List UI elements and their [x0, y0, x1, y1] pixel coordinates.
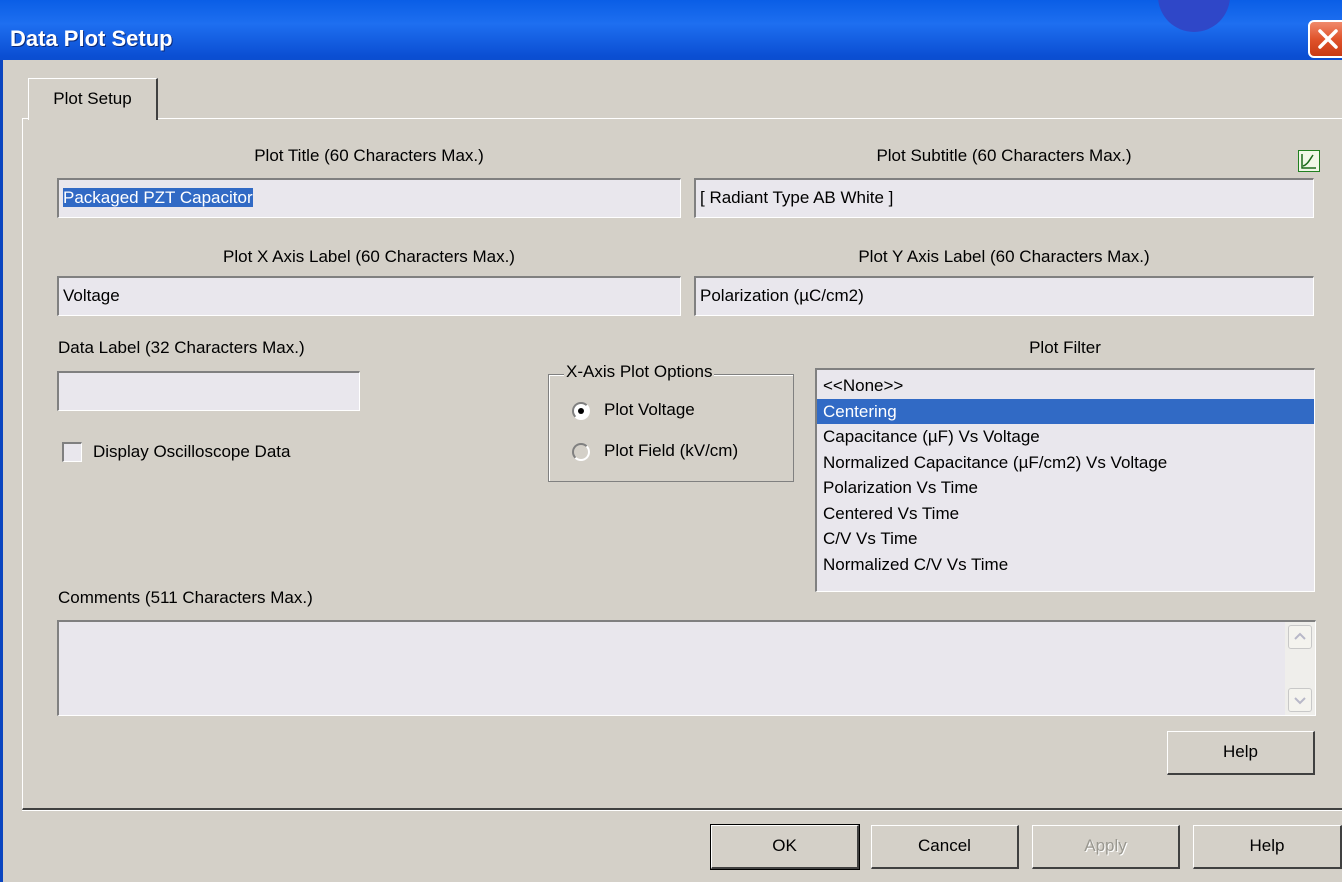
x-axis-label-label: Plot X Axis Label (60 Characters Max.) [223, 247, 515, 266]
plot-filter-label: Plot Filter [1029, 338, 1101, 357]
radio-dot [578, 408, 584, 414]
plot-subtitle-value: [ Radiant Type AB White ] [700, 188, 894, 207]
list-item[interactable]: <<None>> [817, 373, 1314, 399]
decorative-circle [1158, 0, 1230, 32]
scroll-down-button[interactable] [1288, 688, 1312, 712]
data-label-input[interactable] [57, 371, 360, 411]
cancel-button[interactable]: Cancel [871, 825, 1019, 869]
list-item[interactable]: C/V Vs Time [817, 526, 1314, 552]
comments-textarea[interactable] [57, 620, 1316, 716]
scroll-up-button[interactable] [1288, 625, 1312, 649]
plot-voltage-radio[interactable] [572, 402, 590, 420]
list-item[interactable]: Polarization Vs Time [817, 475, 1314, 501]
comments-label: Comments (511 Characters Max.) [58, 588, 313, 607]
list-item[interactable]: Capacitance (µF) Vs Voltage [817, 424, 1314, 450]
data-label-label: Data Label (32 Characters Max.) [58, 338, 305, 357]
x-axis-options-legend: X-Axis Plot Options [564, 362, 715, 382]
plot-title-value: Packaged PZT Capacitor [63, 188, 253, 207]
plot-voltage-label[interactable]: Plot Voltage [604, 400, 695, 420]
close-button[interactable] [1308, 20, 1342, 58]
chevron-down-icon [1294, 697, 1306, 705]
plot-title-label: Plot Title (60 Characters Max.) [254, 146, 484, 165]
comments-value [59, 622, 1315, 630]
y-axis-label-label: Plot Y Axis Label (60 Characters Max.) [858, 247, 1150, 266]
y-axis-label-value: Polarization (µC/cm2) [700, 286, 864, 305]
chevron-up-icon [1294, 632, 1306, 640]
x-axis-label-value: Voltage [63, 286, 120, 305]
list-item[interactable]: Centered Vs Time [817, 501, 1314, 527]
plot-subtitle-input[interactable]: [ Radiant Type AB White ] [694, 178, 1314, 218]
apply-button[interactable]: Apply [1032, 825, 1180, 869]
panel-help-button[interactable]: Help [1167, 731, 1315, 775]
separator [22, 810, 1342, 811]
ok-button[interactable]: OK [710, 824, 860, 870]
close-icon [1318, 29, 1338, 49]
x-axis-label-input[interactable]: Voltage [57, 276, 681, 316]
display-oscilloscope-checkbox[interactable] [62, 442, 82, 462]
list-item[interactable]: Normalized Capacitance (µF/cm2) Vs Volta… [817, 450, 1314, 476]
list-item[interactable]: Normalized C/V Vs Time [817, 552, 1314, 578]
plot-subtitle-label: Plot Subtitle (60 Characters Max.) [876, 146, 1132, 165]
help-button[interactable]: Help [1193, 825, 1342, 869]
list-item[interactable]: Centering [817, 398, 1314, 424]
plot-title-input[interactable]: Packaged PZT Capacitor [57, 178, 681, 218]
x-axis-options-group [548, 374, 794, 482]
tab-plot-setup[interactable]: Plot Setup [28, 78, 158, 120]
plot-field-label[interactable]: Plot Field (kV/cm) [604, 441, 738, 461]
y-axis-label-input[interactable]: Polarization (µC/cm2) [694, 276, 1314, 316]
window-title: Data Plot Setup [10, 26, 173, 51]
display-oscilloscope-label[interactable]: Display Oscilloscope Data [93, 442, 290, 462]
plot-filter-list[interactable]: <<None>> Centering Capacitance (µF) Vs V… [815, 368, 1315, 592]
comments-scrollbar[interactable] [1285, 622, 1315, 715]
plot-field-radio[interactable] [572, 443, 590, 461]
